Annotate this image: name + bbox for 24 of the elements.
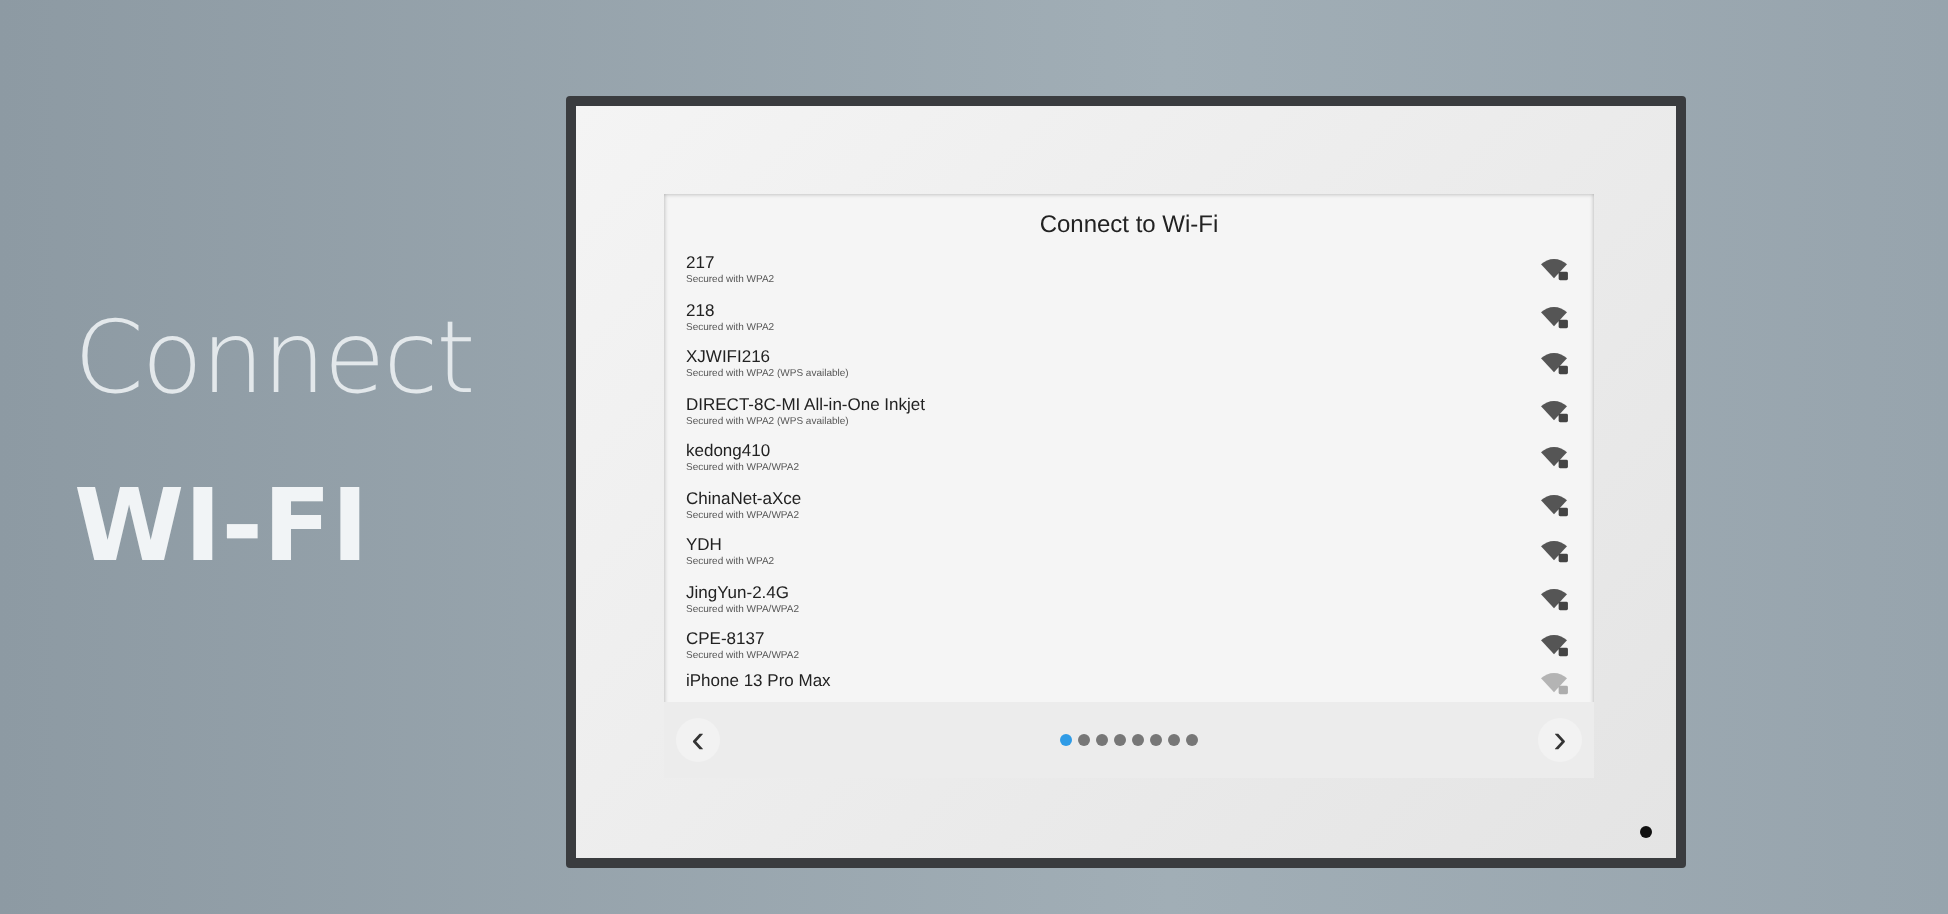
page-dot[interactable] bbox=[1168, 734, 1180, 746]
page-dot[interactable] bbox=[1132, 734, 1144, 746]
page-dot[interactable] bbox=[1186, 734, 1198, 746]
wifi-lock-icon bbox=[1538, 303, 1570, 330]
wifi-lock-icon bbox=[1538, 669, 1570, 695]
wifi-lock-icon bbox=[1538, 256, 1570, 283]
page-dot[interactable] bbox=[1060, 734, 1072, 746]
wifi-lock-icon bbox=[1538, 350, 1570, 377]
wifi-lock-icon bbox=[1538, 538, 1570, 565]
page-dot[interactable] bbox=[1078, 734, 1090, 746]
wifi-lock-icon bbox=[1538, 397, 1570, 424]
screen-title: Connect to Wi-Fi bbox=[1037, 208, 1221, 242]
page-dot[interactable] bbox=[1114, 734, 1126, 746]
wifi-lock-icon bbox=[1538, 444, 1570, 471]
headline-text: Connect bbox=[74, 300, 476, 416]
wifi-lock-icon bbox=[1538, 491, 1570, 518]
page-dot[interactable] bbox=[1150, 734, 1162, 746]
headline-text: WI-FI bbox=[74, 468, 371, 584]
wifi-lock-icon bbox=[1538, 585, 1570, 612]
page-dot[interactable] bbox=[1096, 734, 1108, 746]
wifi-lock-icon bbox=[1538, 632, 1570, 659]
network-item[interactable]: iPhone 13 Pro Max bbox=[686, 669, 1570, 691]
next-button[interactable]: › bbox=[1538, 718, 1582, 762]
previous-button[interactable]: ‹ bbox=[676, 718, 720, 762]
